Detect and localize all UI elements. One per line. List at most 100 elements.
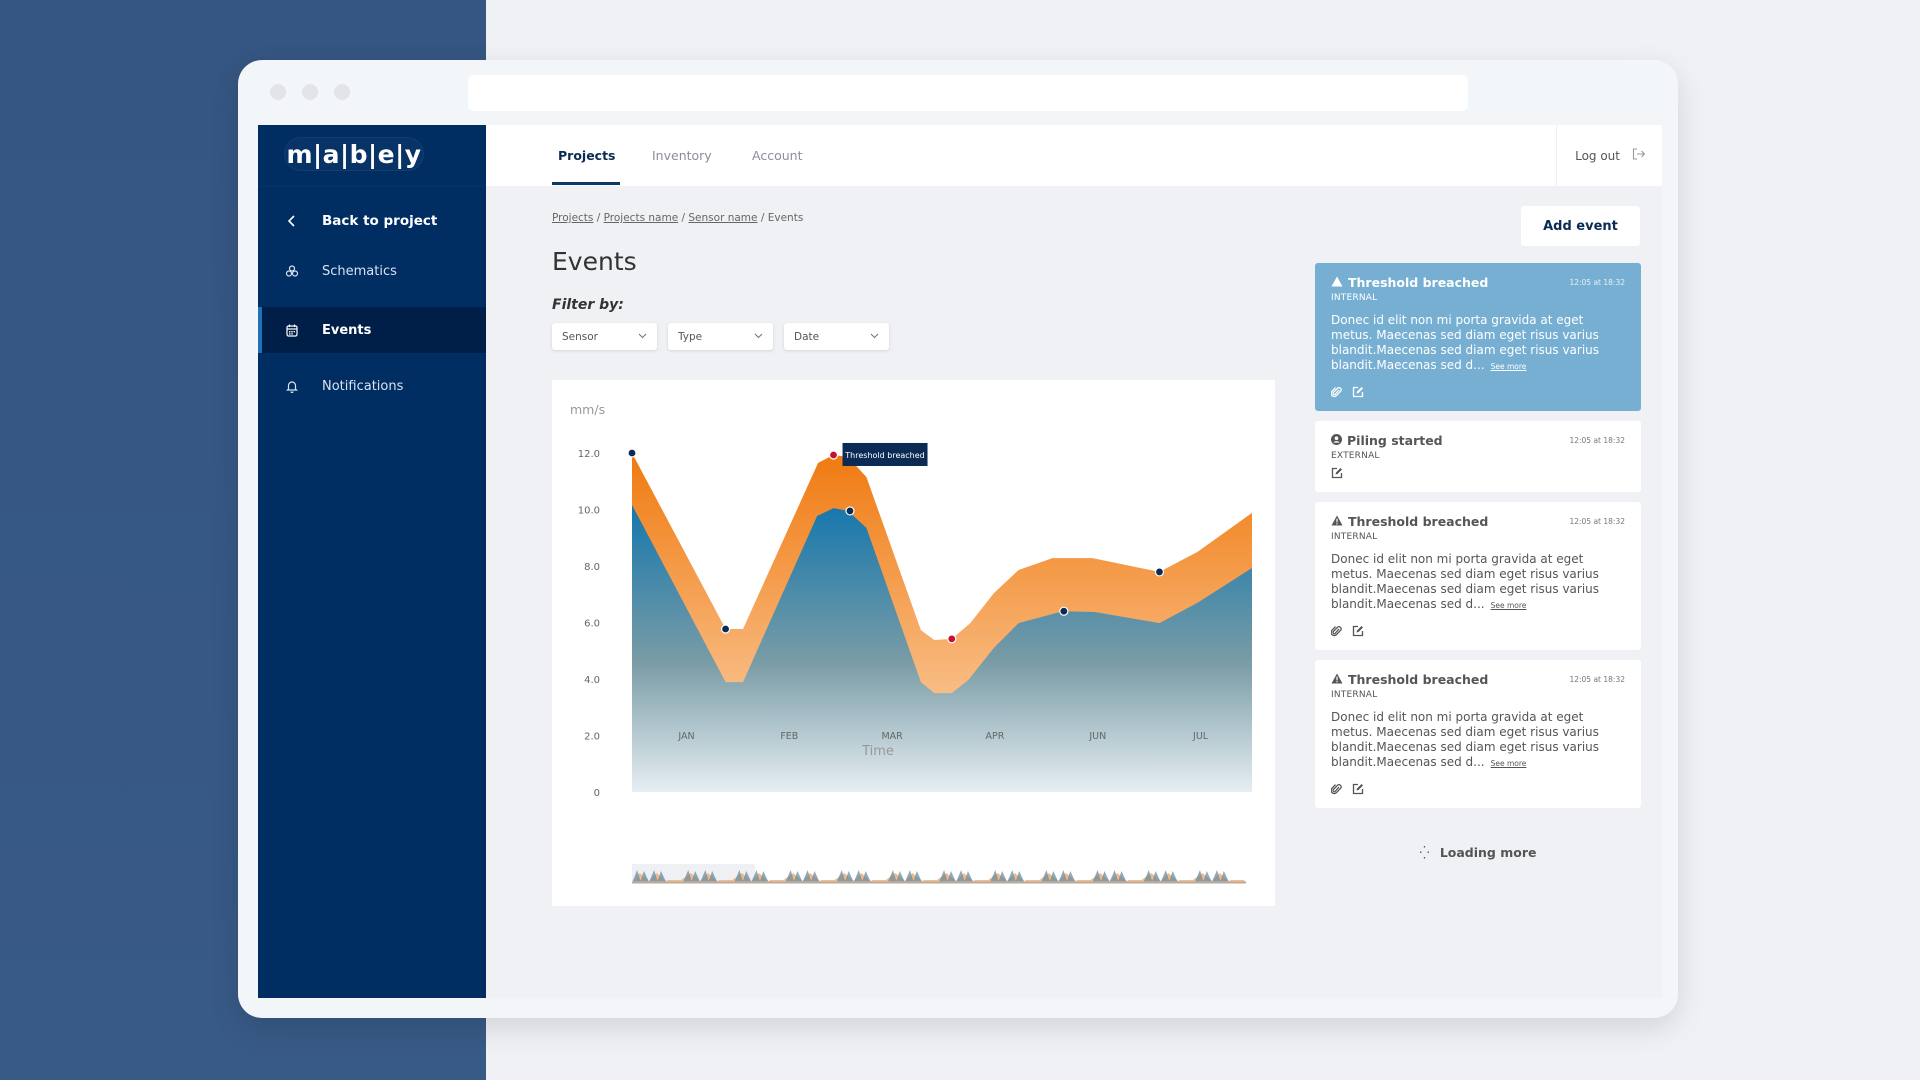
sidebar-item-notifications[interactable]: Notifications: [258, 363, 486, 409]
breadcrumb-separator: /: [596, 212, 604, 224]
type-filter-value: Type: [678, 330, 703, 343]
events-list: Threshold breached 12:05 at 18:32 INTERNAL…: [1315, 263, 1641, 818]
see-more-link[interactable]: See more: [1491, 362, 1527, 371]
edit-icon[interactable]: [1352, 625, 1364, 640]
data-marker[interactable]: [845, 506, 855, 516]
x-tick-label: MAR: [881, 731, 903, 742]
minimap-baseline: [632, 881, 1246, 884]
event-title: Piling started: [1331, 433, 1443, 448]
tooltip-text: Threshold breached: [844, 451, 924, 460]
data-marker[interactable]: [627, 448, 637, 458]
page-title: Events: [552, 247, 637, 276]
logout-label: Log out: [1575, 148, 1620, 163]
x-axis-label: Time: [861, 744, 894, 759]
paperclip-icon[interactable]: [1330, 625, 1342, 640]
events-chart[interactable]: mm/s 0 2.0 4.0 6.0 8.0 10.0 12.0 JAN FEB MAR APR J…: [552, 380, 1275, 906]
top-nav: Projects Inventory Account Log out: [486, 125, 1662, 186]
event-card[interactable]: Piling started 12:05 at 18:32 EXTERNAL: [1315, 421, 1641, 492]
sidebar-item-events[interactable]: Events: [258, 307, 486, 353]
data-marker[interactable]: [720, 624, 731, 634]
filter-label: Filter by:: [552, 297, 624, 313]
spinner-icon: ⁛: [1419, 845, 1430, 860]
y-axis-label: mm/s: [570, 402, 605, 417]
event-actions: [1331, 467, 1625, 482]
logout-icon: [1632, 147, 1646, 164]
logout-button[interactable]: Log out: [1556, 125, 1646, 186]
chevron-left-icon: [284, 213, 300, 229]
add-event-button[interactable]: Add event: [1521, 206, 1640, 246]
see-more-link[interactable]: See more: [1491, 759, 1527, 768]
event-body-text: Donec id elit non mi porta gravida at eg…: [1331, 313, 1600, 372]
event-title-text: Threshold breached: [1348, 514, 1489, 529]
calendar-icon: [284, 322, 300, 338]
chevron-down-icon: [754, 331, 763, 342]
event-card[interactable]: Threshold breached 12:05 at 18:32 INTERNAL…: [1315, 263, 1641, 411]
event-header: Threshold breached 12:05 at 18:32: [1331, 672, 1625, 687]
x-tick-label: JAN: [677, 731, 694, 742]
tab-account[interactable]: Account: [752, 125, 802, 186]
sidebar-item-label: Notifications: [322, 378, 404, 394]
event-card[interactable]: Threshold breached 12:05 at 18:32 INTERNAL…: [1315, 502, 1641, 650]
edit-icon[interactable]: [1352, 783, 1364, 798]
tab-projects[interactable]: Projects: [558, 125, 616, 186]
breadcrumb-sensor-name[interactable]: Sensor name: [688, 212, 757, 224]
event-title: Threshold breached: [1331, 672, 1488, 687]
sensor-filter[interactable]: Sensor: [552, 323, 657, 350]
event-header: Piling started 12:05 at 18:32: [1331, 433, 1625, 448]
edit-icon[interactable]: [1352, 386, 1364, 401]
y-tick-label: 4.0: [584, 675, 600, 686]
paperclip-icon[interactable]: [1330, 783, 1342, 798]
sidebar-item-schematics[interactable]: Schematics: [258, 248, 486, 294]
event-title: Threshold breached: [1331, 514, 1488, 529]
event-time: 12:05 at 18:32: [1569, 436, 1625, 445]
warning-icon: [1331, 276, 1343, 290]
warning-icon: [1331, 515, 1343, 529]
event-header: Threshold breached 12:05 at 18:32: [1331, 275, 1625, 290]
event-title: Threshold breached: [1331, 275, 1488, 290]
see-more-link[interactable]: See more: [1491, 601, 1527, 610]
event-tag: INTERNAL: [1331, 532, 1378, 542]
date-filter[interactable]: Date: [784, 323, 889, 350]
event-actions: [1330, 625, 1625, 640]
data-marker[interactable]: [1059, 606, 1069, 616]
event-title-text: Threshold breached: [1348, 275, 1489, 290]
active-tab-indicator: [552, 182, 620, 185]
breadcrumb-current: Events: [767, 212, 804, 224]
event-time: 12:05 at 18:32: [1569, 278, 1625, 287]
window-minimize-dot[interactable]: [302, 84, 318, 100]
y-tick-label: 2.0: [584, 732, 600, 743]
window-close-dot[interactable]: [270, 84, 286, 100]
sensor-filter-value: Sensor: [562, 330, 598, 343]
x-tick-label: JUN: [1088, 731, 1106, 742]
event-card[interactable]: Threshold breached 12:05 at 18:32 INTERNAL…: [1315, 660, 1641, 808]
y-tick-label: 12.0: [578, 449, 600, 460]
event-time: 12:05 at 18:32: [1569, 517, 1625, 526]
tab-inventory[interactable]: Inventory: [652, 125, 712, 186]
sidebar: m|a|b|e|y Back to project Schematics Eve…: [258, 125, 486, 998]
event-actions: [1330, 783, 1625, 798]
y-tick-label: 8.0: [584, 562, 600, 573]
edit-icon[interactable]: [1331, 467, 1343, 482]
bell-icon: [284, 378, 300, 394]
paperclip-icon[interactable]: [1330, 386, 1342, 401]
event-body: Donec id elit non mi porta gravida at eg…: [1331, 552, 1625, 613]
date-filter-value: Date: [794, 330, 820, 343]
logo-badge[interactable]: m|a|b|e|y: [284, 137, 424, 171]
back-to-project-link[interactable]: Back to project: [258, 198, 486, 244]
type-filter[interactable]: Type: [668, 323, 773, 350]
event-body: Donec id elit non mi porta gravida at eg…: [1331, 710, 1625, 771]
chevron-down-icon: [638, 331, 647, 342]
sidebar-item-label: Schematics: [322, 263, 397, 279]
event-title-text: Threshold breached: [1348, 672, 1489, 687]
breach-marker[interactable]: [947, 634, 957, 644]
x-tick-label: JUL: [1192, 731, 1209, 742]
breadcrumb-projects[interactable]: Projects: [552, 212, 593, 224]
data-marker[interactable]: [1154, 567, 1165, 577]
event-header: Threshold breached 12:05 at 18:32: [1331, 514, 1625, 529]
breadcrumb: Projects / Projects name / Sensor name /…: [552, 212, 803, 224]
breadcrumb-project-name[interactable]: Projects name: [604, 212, 679, 224]
url-bar[interactable]: [468, 75, 1468, 111]
window-maximize-dot[interactable]: [334, 84, 350, 100]
breach-marker[interactable]: [828, 450, 839, 460]
event-body-text: Donec id elit non mi porta gravida at eg…: [1331, 710, 1600, 769]
